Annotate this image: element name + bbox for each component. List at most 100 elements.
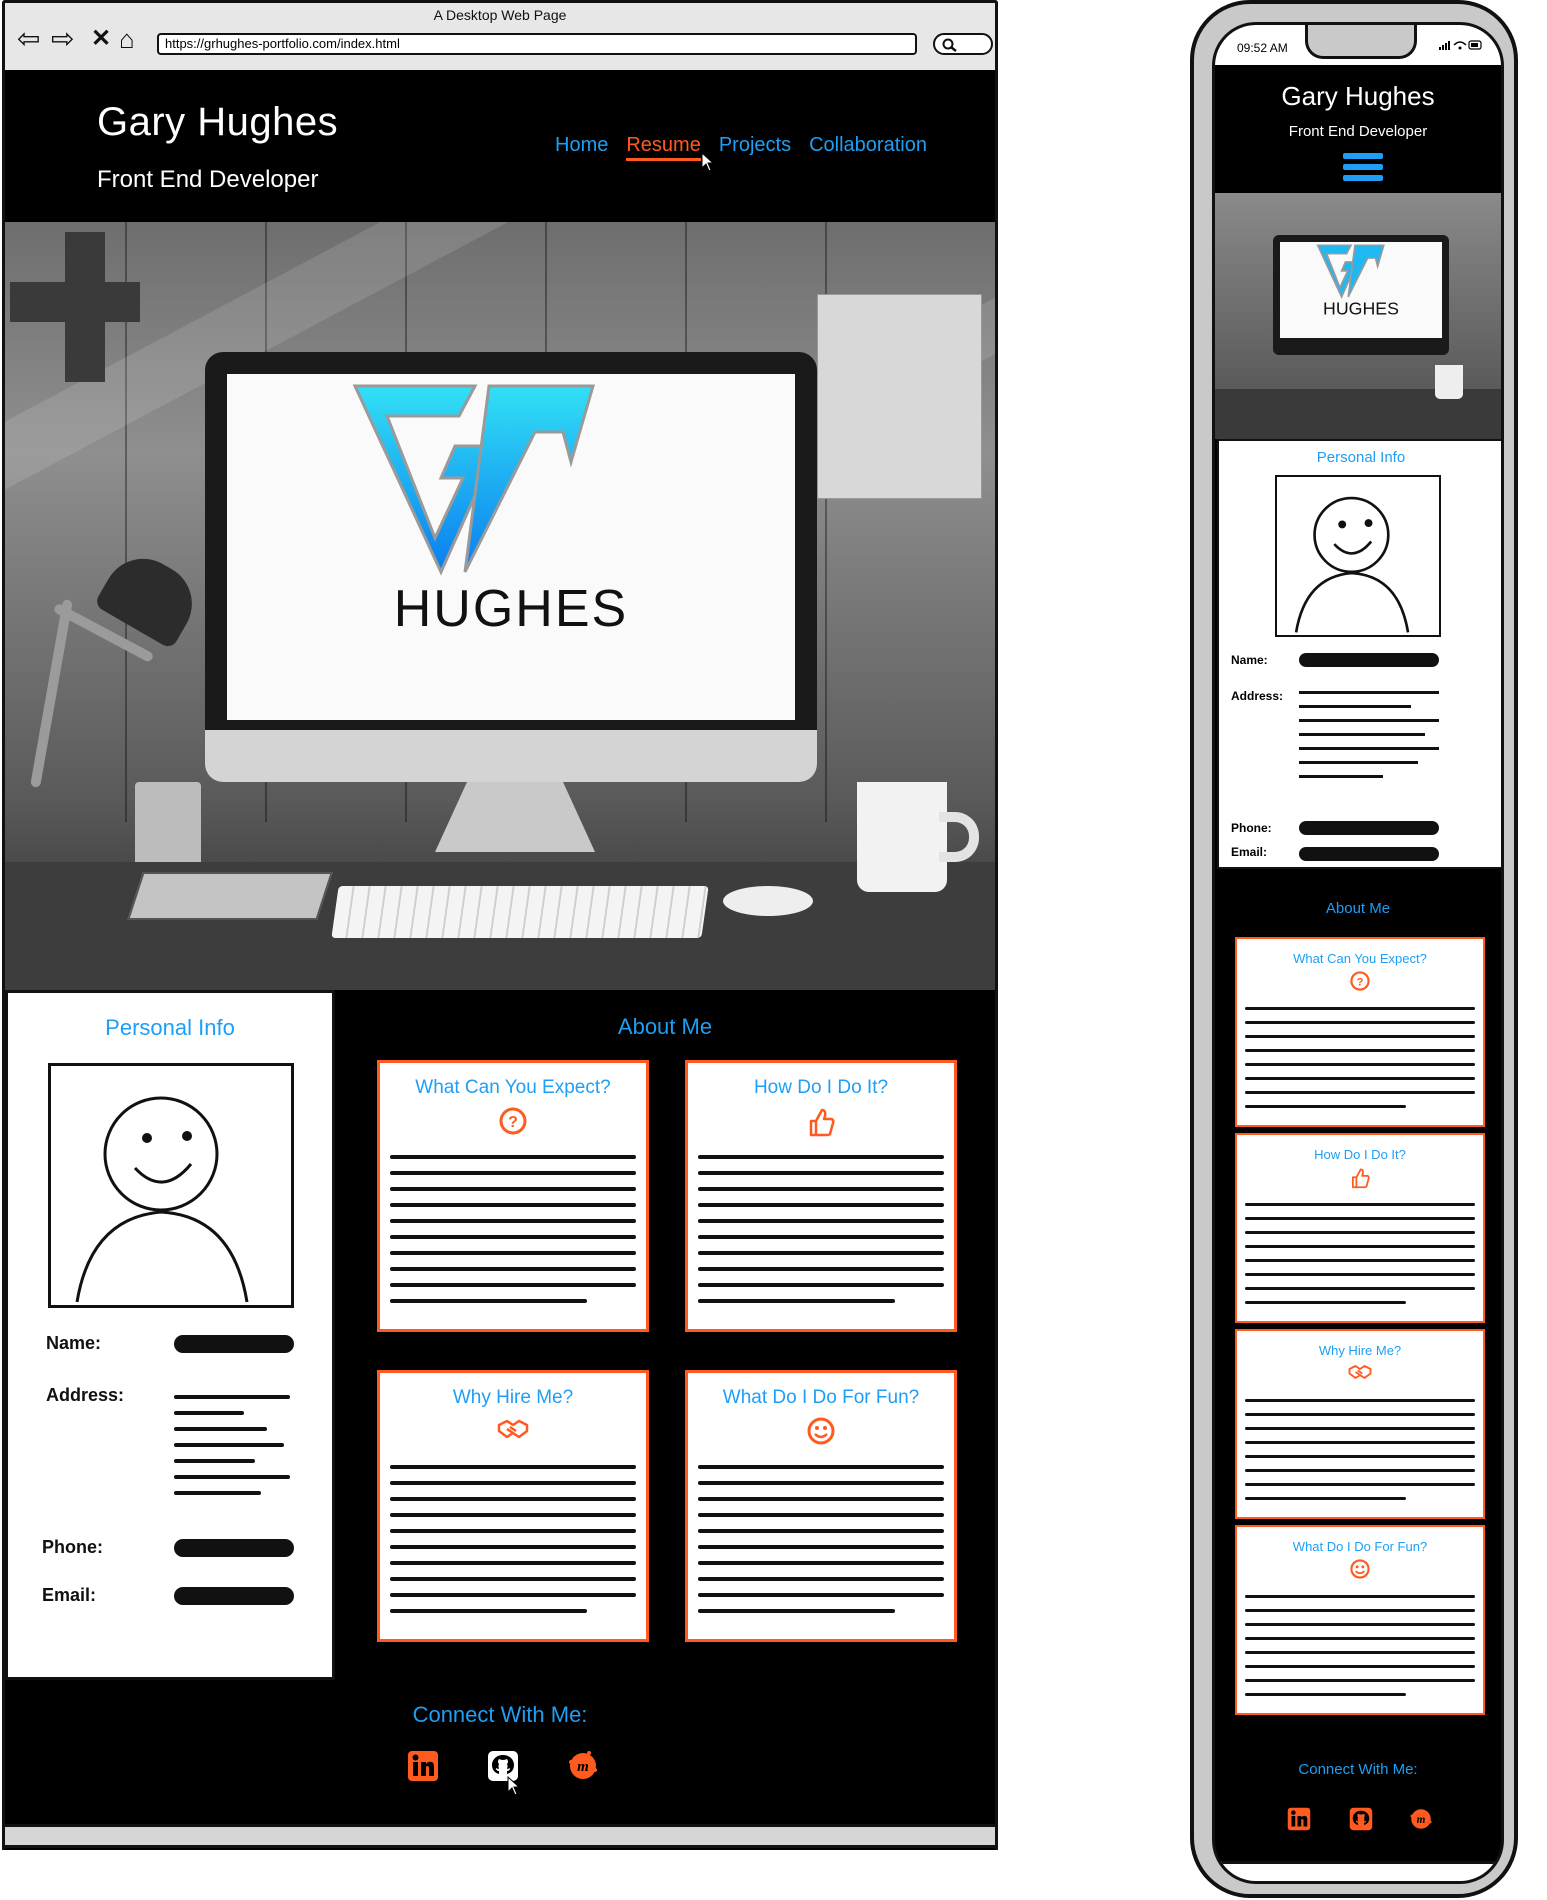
back-icon[interactable]: ⇦ [17, 25, 40, 53]
svg-text:?: ? [1357, 976, 1364, 988]
nav-collaboration[interactable]: Collaboration [809, 134, 927, 161]
card-body-redacted [1245, 1399, 1475, 1511]
github-icon[interactable] [1349, 1807, 1373, 1831]
card-body-redacted [1245, 1007, 1475, 1119]
name-label: Name: [46, 1333, 102, 1353]
forward-icon[interactable]: ⇨ [51, 25, 74, 53]
address-value-redacted [1299, 691, 1439, 778]
status-icons [1439, 39, 1483, 54]
address-value-redacted [174, 1395, 290, 1507]
smiley-avatar-icon [1294, 496, 1410, 633]
personal-info-panel: Personal Info Name: Address: Phone: Emai… [1217, 439, 1501, 869]
svg-text:?: ? [508, 1114, 518, 1131]
thumbs-up-icon [1351, 1168, 1370, 1189]
signal-wifi-battery-icon [1439, 40, 1482, 50]
card-body-redacted [698, 1155, 944, 1315]
hanging-paper [817, 294, 982, 499]
card-title: What Do I Do For Fun? [1292, 1539, 1428, 1554]
phone-screen: 09:52 AM Gary Hughes Front End Developer… [1212, 22, 1504, 1884]
name-value-redacted [174, 1335, 294, 1353]
card-title: How Do I Do It? [1314, 1147, 1406, 1162]
address-bar[interactable]: https://grhughes-portfolio.com/index.htm… [157, 33, 917, 55]
phone-value-redacted [1299, 821, 1439, 835]
monitor: HUGHES [205, 352, 817, 782]
notebook [127, 872, 333, 920]
thumbs-up-icon [809, 1108, 835, 1137]
about-title: About Me [1325, 900, 1391, 917]
avatar [48, 1063, 294, 1308]
linkedin-icon[interactable] [1287, 1807, 1311, 1831]
smile-icon [807, 1417, 835, 1445]
main-nav: Home Resume Projects Collaboration [555, 134, 927, 161]
address-label: Address: [46, 1385, 125, 1405]
browser-status-bar [2, 1824, 998, 1848]
search-box[interactable] [933, 33, 993, 55]
card-title: What Can You Expect? [415, 1077, 611, 1098]
card-body-redacted [1245, 1203, 1475, 1315]
gh-logo: HUGHES [1316, 244, 1399, 319]
status-bar: 09:52 AM [1215, 25, 1501, 65]
about-card-expect: What Can You Expect? ? [377, 1060, 649, 1332]
card-body-redacted [1245, 1595, 1475, 1707]
web-page: Gary Hughes Front End Developer Home Res… [2, 70, 998, 1850]
mouse-cursor-icon [701, 152, 715, 172]
linkedin-icon[interactable] [407, 1750, 439, 1782]
monitor-screen: HUGHES [227, 374, 795, 720]
connect-title: Connect With Me: [412, 1702, 588, 1727]
meetup-icon[interactable]: m [1409, 1807, 1433, 1831]
question-circle-icon: ? [499, 1107, 527, 1135]
gh-logo: HUGHES [352, 384, 626, 638]
site-role: Front End Developer [97, 166, 319, 193]
meetup-icon[interactable]: m [567, 1750, 599, 1782]
personal-info-title: Personal Info [105, 1015, 235, 1040]
window-title: A Desktop Web Page [433, 7, 567, 23]
card-title: Why Hire Me? [452, 1387, 574, 1408]
card-title: Why Hire Me? [1318, 1343, 1402, 1358]
address-label: Address: [1231, 689, 1284, 703]
close-icon[interactable]: ✕ [91, 25, 111, 53]
phone-bottom-bar [1215, 1861, 1501, 1881]
card-body-redacted [390, 1465, 636, 1625]
card-title: What Can You Expect? [1293, 951, 1427, 966]
email-value-redacted [174, 1587, 294, 1605]
browser-toolbar: A Desktop Web Page ⇦ ⇨ ✕ ⌂ https://grhug… [2, 0, 998, 70]
hamburger-icon[interactable] [1343, 153, 1383, 183]
about-card-how: How Do I Do It? [685, 1060, 957, 1332]
email-value-redacted [1299, 847, 1439, 861]
keyboard [331, 886, 709, 938]
monitor-screen: HUGHES [1280, 242, 1442, 338]
nav-projects[interactable]: Projects [719, 134, 791, 161]
avatar [1275, 475, 1441, 637]
status-time: 09:52 AM [1237, 41, 1288, 55]
logo-text: HUGHES [1323, 299, 1399, 319]
svg-text:m: m [577, 1759, 589, 1775]
about-card-fun: What Do I Do For Fun? [1235, 1525, 1485, 1715]
handshake-icon [1348, 1365, 1372, 1379]
hero-image: HUGHES [5, 222, 995, 990]
about-card-fun: What Do I Do For Fun? [685, 1370, 957, 1642]
home-icon[interactable]: ⌂ [119, 25, 135, 53]
about-card-expect: What Can You Expect? ? [1235, 937, 1485, 1127]
site-role: Front End Developer [1288, 123, 1428, 140]
phone-frame: 09:52 AM Gary Hughes Front End Developer… [1190, 0, 1518, 1898]
question-circle-icon: ? [1350, 971, 1370, 991]
name-value-redacted [1299, 653, 1439, 667]
hero-image: HUGHES [1215, 193, 1501, 439]
card-title: What Do I Do For Fun? [722, 1387, 920, 1408]
email-label: Email: [1231, 845, 1268, 859]
smile-icon [1350, 1559, 1370, 1579]
about-card-how: How Do I Do It? [1235, 1133, 1485, 1323]
desktop-mockup: A Desktop Web Page ⇦ ⇨ ✕ ⌂ https://grhug… [0, 0, 1000, 1850]
computer-mouse [723, 886, 813, 916]
site-name: Gary Hughes [97, 100, 339, 144]
about-card-hire: Why Hire Me? [377, 1370, 649, 1642]
nav-home[interactable]: Home [555, 134, 608, 161]
smiley-avatar-icon [75, 1096, 249, 1303]
monitor: HUGHES [1273, 235, 1449, 355]
personal-info-title: Personal Info [1316, 449, 1406, 466]
personal-info-panel: Personal Info Name: Address: Phone: Emai… [5, 990, 335, 1680]
nav-resume[interactable]: Resume [626, 134, 701, 161]
phone-value-redacted [174, 1539, 294, 1557]
card-title: How Do I Do It? [753, 1077, 889, 1098]
phone-label: Phone: [42, 1537, 103, 1557]
